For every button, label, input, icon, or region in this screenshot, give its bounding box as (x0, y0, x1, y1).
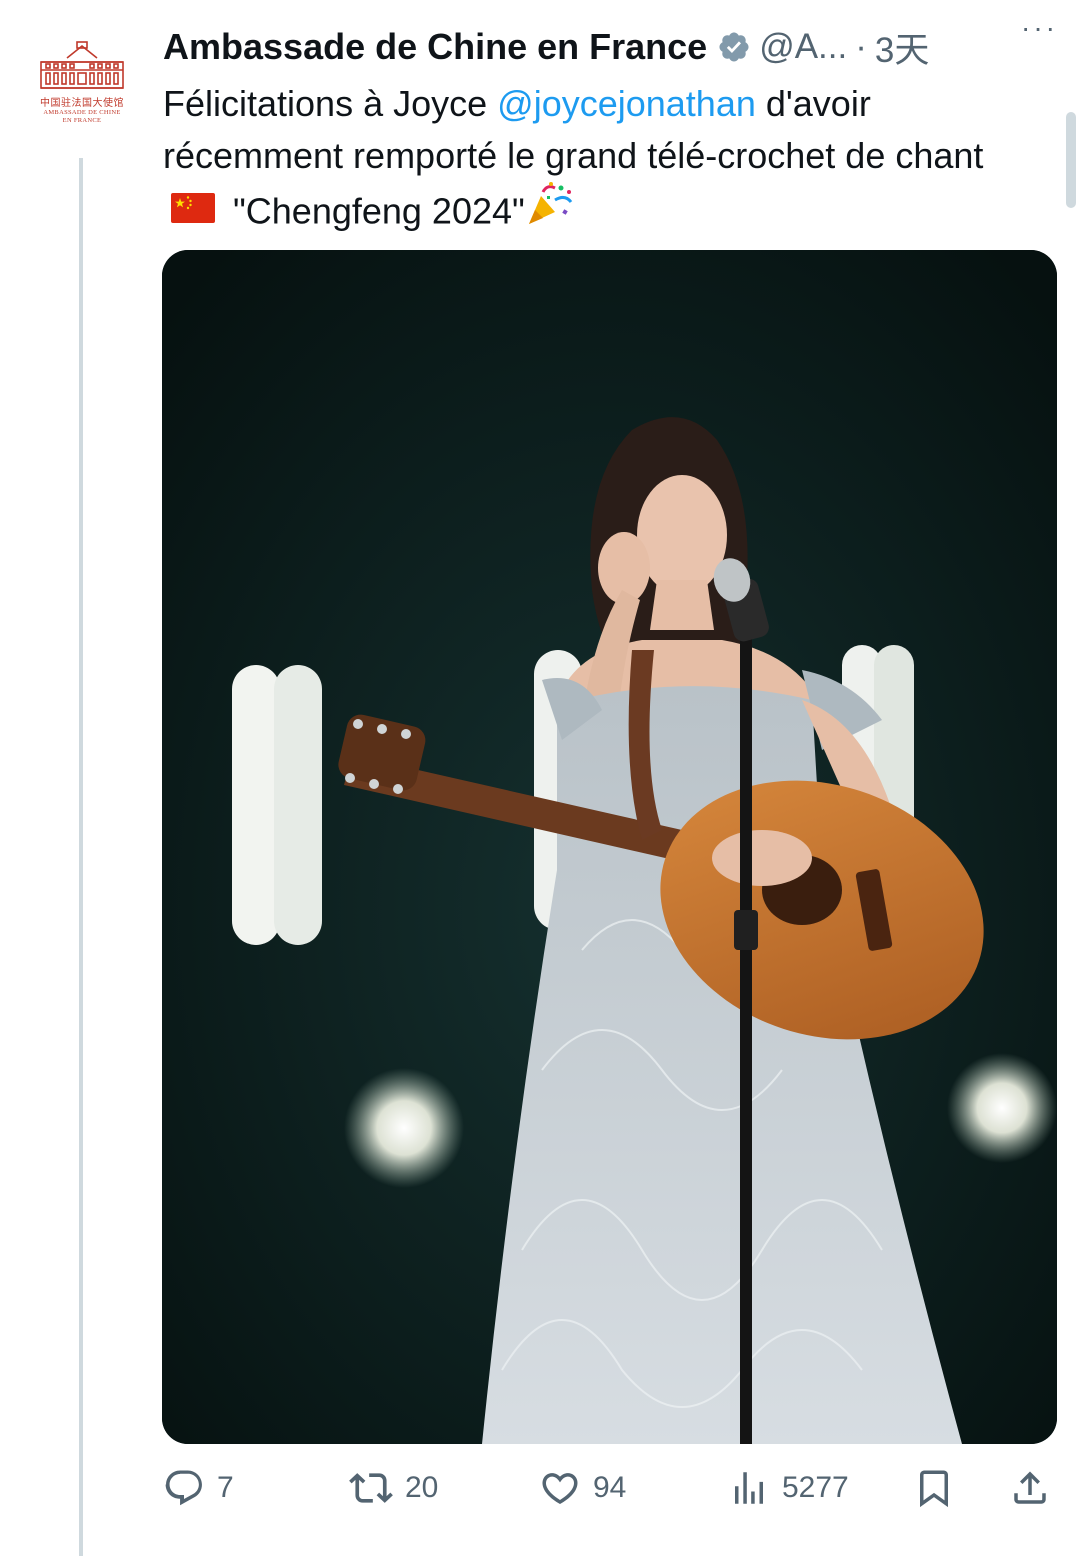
bookmark-button[interactable] (913, 1460, 955, 1516)
action-bar: 7 20 94 5277 (163, 1460, 1063, 1520)
embassy-building-icon (40, 41, 124, 89)
author-handle[interactable]: @A... (759, 27, 847, 67)
stage-photo (162, 250, 1057, 1444)
avatar[interactable]: 中国驻法国大使馆 AMBASSADE DE CHINE EN FRANCE (30, 40, 134, 140)
analytics-icon (735, 1472, 763, 1504)
view-count: 5277 (782, 1471, 849, 1504)
post-image[interactable] (162, 250, 1057, 1444)
share-button[interactable] (1009, 1460, 1051, 1516)
avatar-fr-line1: AMBASSADE DE CHINE (43, 109, 121, 116)
party-popper-icon (525, 182, 575, 240)
post-text: Félicitations à Joyce @joycejonathan d'a… (163, 78, 1043, 246)
reply-count: 7 (217, 1471, 234, 1504)
mention-link[interactable]: @joycejonathan (497, 83, 756, 124)
post-text-part3: "Chengfeng 2024" (223, 190, 525, 232)
scrollbar[interactable] (1066, 112, 1076, 208)
post-text-part1: Félicitations à Joyce (163, 83, 498, 124)
thread-line (79, 158, 83, 1556)
separator-dot: · (855, 27, 867, 66)
more-options-icon[interactable]: ··· (1021, 12, 1058, 44)
repost-button[interactable]: 20 (349, 1460, 438, 1516)
verified-badge-icon (717, 30, 751, 64)
author-name[interactable]: Ambassade de Chine en France (163, 26, 707, 68)
repost-icon (349, 1473, 393, 1503)
reply-icon (165, 1470, 202, 1506)
post-time[interactable]: 3天 (875, 22, 929, 73)
bookmark-icon (920, 1470, 948, 1508)
post-header: Ambassade de Chine en France @A... · 3天 (163, 22, 1063, 72)
reply-button[interactable]: 7 (163, 1460, 234, 1516)
china-flag-icon (171, 185, 215, 237)
share-icon (1014, 1471, 1046, 1504)
like-count: 94 (593, 1471, 627, 1504)
repost-count: 20 (405, 1471, 439, 1504)
avatar-cn-text: 中国驻法国大使馆 (40, 98, 124, 109)
views-button[interactable]: 5277 (728, 1460, 849, 1516)
avatar-fr-line2: EN FRANCE (62, 117, 102, 124)
like-button[interactable]: 94 (539, 1460, 626, 1516)
heart-icon (542, 1473, 578, 1505)
